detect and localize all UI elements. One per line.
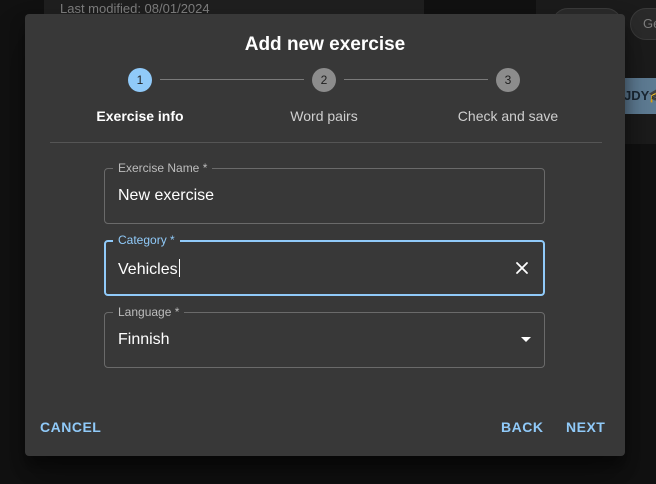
add-exercise-dialog: Add new exercise 1 2 3 Exercise info Wor… (25, 14, 625, 456)
step-2-label: Word pairs (290, 108, 358, 124)
category-field[interactable]: Category * Vehicles (104, 232, 545, 296)
language-select[interactable]: Language * Finnish (104, 304, 545, 368)
step-1-indicator: 1 (128, 68, 152, 92)
exercise-name-input[interactable]: New exercise (118, 187, 214, 205)
close-icon[interactable] (513, 259, 531, 277)
exercise-name-label: Exercise Name * (113, 160, 213, 176)
background-study-label: JDY (624, 88, 650, 103)
next-button[interactable]: NEXT (566, 419, 605, 435)
category-input[interactable]: Vehicles (118, 261, 178, 278)
category-input-wrapper[interactable]: Vehicles (118, 259, 180, 279)
step-1-label: Exercise info (96, 108, 184, 124)
step-3-indicator: 3 (496, 68, 520, 92)
divider (50, 142, 602, 143)
graduation-cap-icon: 🎓 (648, 88, 656, 104)
category-label: Category * (113, 232, 180, 248)
language-value[interactable]: Finnish (118, 331, 170, 349)
dialog-title: Add new exercise (244, 34, 406, 55)
exercise-name-field[interactable]: Exercise Name * New exercise (104, 160, 545, 224)
background-chip-label: Ge (643, 16, 656, 31)
step-connector (344, 79, 488, 80)
step-2-indicator: 2 (312, 68, 336, 92)
back-button[interactable]: BACK (501, 419, 543, 435)
step-connector (160, 79, 304, 80)
chevron-down-icon[interactable] (521, 337, 531, 342)
step-3-label: Check and save (457, 108, 559, 124)
cancel-button[interactable]: CANCEL (40, 419, 101, 435)
language-label: Language * (113, 304, 185, 320)
text-caret (178, 259, 180, 277)
